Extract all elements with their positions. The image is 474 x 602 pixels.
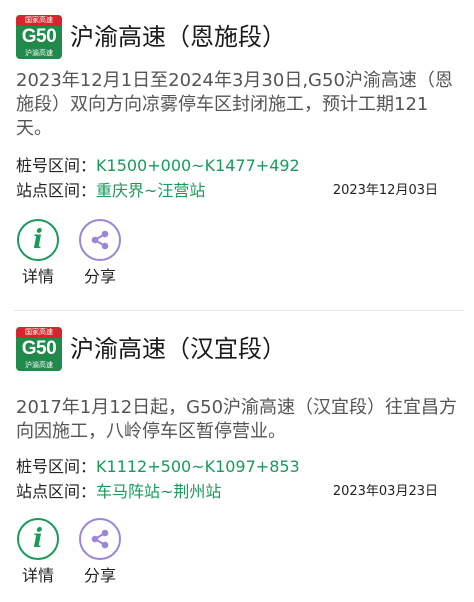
card-header: 国家高速 G50 沪渝高速 沪渝高速（汉宜段）: [16, 326, 286, 372]
station-range-label: 站点区间：: [16, 181, 97, 200]
station-range-label: 站点区间：: [16, 482, 97, 501]
publish-date: 2023年03月23日: [332, 484, 438, 499]
notice-card: 国家高速 G50 沪渝高速 沪渝高速（恩施段） 2023年12月1日至2024年…: [0, 0, 474, 310]
detail-button[interactable]: i 详情: [14, 518, 62, 586]
card-title: 沪渝高速（汉宜段）: [70, 335, 286, 363]
share-icon[interactable]: [79, 219, 121, 261]
detail-label: 详情: [21, 267, 54, 286]
stake-range-value: K1500+000~K1477+492: [96, 156, 300, 175]
detail-button[interactable]: i 详情: [14, 219, 62, 287]
stake-range-label: 桩号区间：: [16, 457, 97, 476]
publish-date: 2023年12月03日: [332, 183, 438, 198]
share-label: 分享: [83, 566, 116, 585]
card-actions: i 详情 分享: [14, 219, 124, 287]
info-icon[interactable]: i: [17, 518, 59, 560]
card-header: 国家高速 G50 沪渝高速 沪渝高速（恩施段）: [16, 14, 286, 60]
info-icon[interactable]: i: [17, 219, 59, 261]
card-title: 沪渝高速（恩施段）: [70, 23, 286, 51]
expressway-shield-icon: 国家高速 G50 沪渝高速: [16, 327, 62, 371]
station-range-row: 站点区间： 重庆界~汪营站 2023年12月03日: [16, 179, 438, 203]
card-description: 2023年12月1日至2024年3月30日,G50沪渝高速（恩施段）双向方向凉雾…: [16, 70, 453, 139]
card-divider: [14, 310, 464, 311]
shield-top-text: 国家高速: [16, 15, 62, 26]
share-icon[interactable]: [79, 518, 121, 560]
stake-range-label: 桩号区间：: [16, 156, 97, 175]
card-actions: i 详情 分享: [14, 518, 124, 586]
station-range-value: 车马阵站~荆州站: [96, 482, 222, 501]
station-range-row: 站点区间： 车马阵站~荆州站 2023年03月23日: [16, 480, 438, 504]
share-label: 分享: [83, 267, 116, 286]
expressway-shield-icon: 国家高速 G50 沪渝高速: [16, 15, 62, 59]
card-description: 2017年1月12日起，G50沪渝高速（汉宜段）往宜昌方向因施工，八岭停车区暂停…: [16, 397, 458, 442]
stake-range-row: 桩号区间： K1112+500~K1097+853: [16, 455, 438, 479]
shield-route-name: 沪渝高速: [25, 361, 53, 369]
share-button[interactable]: 分享: [76, 219, 124, 287]
shield-route-code: G50: [21, 26, 57, 47]
stake-range-row: 桩号区间： K1500+000~K1477+492: [16, 154, 438, 178]
shield-top-text: 国家高速: [16, 327, 62, 338]
station-range-value: 重庆界~汪营站: [96, 181, 206, 200]
detail-label: 详情: [21, 566, 54, 585]
shield-route-name: 沪渝高速: [25, 49, 53, 57]
notice-card: 国家高速 G50 沪渝高速 沪渝高速（汉宜段） 2017年1月12日起，G50沪…: [0, 312, 474, 602]
stake-range-value: K1112+500~K1097+853: [96, 457, 300, 476]
share-button[interactable]: 分享: [76, 518, 124, 586]
shield-route-code: G50: [21, 338, 57, 359]
